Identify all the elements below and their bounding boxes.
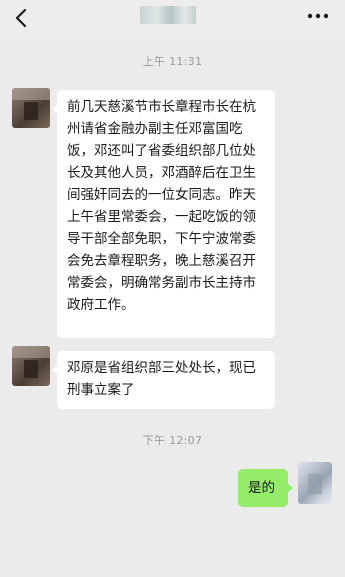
more-dots-icon[interactable]	[306, 9, 330, 23]
contact-avatar[interactable]	[12, 346, 50, 386]
incoming-message-bubble[interactable]: 前几天慈溪节市长章程市长在杭州请省金融办副主任邓富国吃饭，邓还叫了省委组织部几位…	[52, 90, 275, 338]
contact-name	[140, 6, 196, 24]
message-timestamp: 上午 11:31	[142, 55, 203, 68]
outgoing-message-bubble[interactable]: 是的	[238, 469, 293, 507]
message-timestamp: 下午 12:07	[142, 434, 203, 447]
chat-header	[0, 0, 345, 40]
chevron-left-icon[interactable]	[10, 4, 34, 32]
my-avatar[interactable]	[298, 462, 332, 504]
contact-avatar[interactable]	[12, 88, 50, 128]
incoming-message-bubble[interactable]: 邓原是省组织部三处处长，现已刑事立案了	[52, 351, 275, 409]
